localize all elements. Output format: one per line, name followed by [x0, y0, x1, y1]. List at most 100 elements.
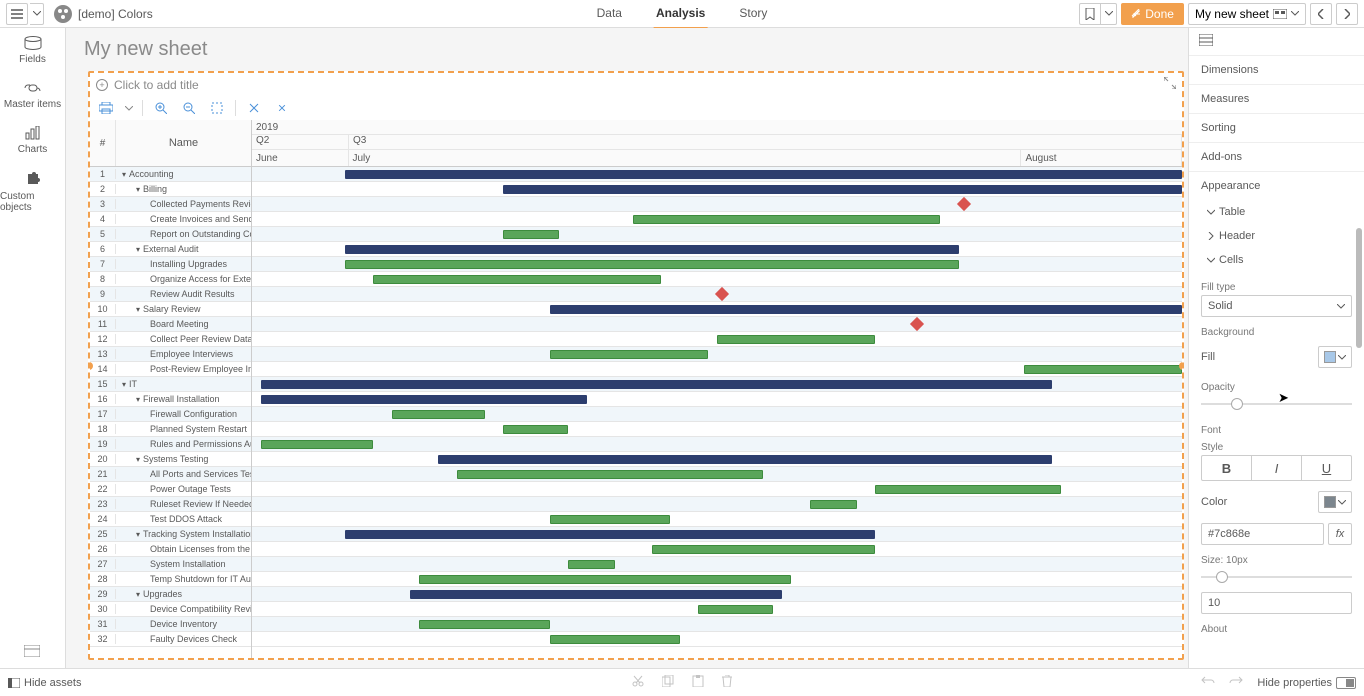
redo-button[interactable]: [1229, 676, 1243, 689]
hamburger-menu-button[interactable]: [6, 3, 28, 25]
tab-data[interactable]: Data: [595, 0, 624, 29]
milestone-marker[interactable]: [957, 197, 971, 211]
task-row[interactable]: 8Organize Access for External Auditors: [90, 272, 251, 287]
select-fill-type[interactable]: Solid: [1201, 295, 1352, 317]
task-bar[interactable]: [503, 425, 568, 434]
fx-button[interactable]: fx: [1328, 523, 1352, 545]
section-dimensions[interactable]: Dimensions: [1189, 56, 1364, 85]
task-bar[interactable]: [345, 260, 959, 269]
summary-bar[interactable]: [261, 395, 587, 404]
task-bar[interactable]: [633, 215, 940, 224]
color-hex-input[interactable]: #7c868e: [1201, 523, 1324, 545]
next-sheet-button[interactable]: [1336, 3, 1358, 25]
rail-fields[interactable]: Fields: [0, 28, 65, 73]
prev-sheet-button[interactable]: [1310, 3, 1332, 25]
section-sorting[interactable]: Sorting: [1189, 114, 1364, 143]
sheet-selector[interactable]: My new sheet: [1188, 3, 1306, 25]
task-row[interactable]: 7Installing Upgrades: [90, 257, 251, 272]
task-row[interactable]: 11Board Meeting: [90, 317, 251, 332]
task-row[interactable]: 9Review Audit Results: [90, 287, 251, 302]
task-bar[interactable]: [652, 545, 875, 554]
fill-color-button[interactable]: [1318, 346, 1352, 368]
task-row[interactable]: 10▾Salary Review: [90, 302, 251, 317]
task-row[interactable]: 30Device Compatibility Review: [90, 602, 251, 617]
task-row[interactable]: 20▾Systems Testing: [90, 452, 251, 467]
task-bar[interactable]: [810, 500, 857, 509]
task-bar[interactable]: [373, 275, 661, 284]
task-row[interactable]: 13Employee Interviews: [90, 347, 251, 362]
task-row[interactable]: 31Device Inventory: [90, 617, 251, 632]
section-addons[interactable]: Add-ons: [1189, 143, 1364, 172]
done-button[interactable]: Done: [1121, 3, 1184, 25]
task-row[interactable]: 14Post-Review Employee Info: [90, 362, 251, 377]
rail-custom-objects[interactable]: Custom objects: [0, 163, 65, 221]
task-bar[interactable]: [717, 335, 875, 344]
summary-bar[interactable]: [261, 380, 1052, 389]
bookmark-button[interactable]: [1079, 3, 1101, 25]
gantt-chart-object[interactable]: + Click to add title: [88, 71, 1184, 660]
gantt-timeline[interactable]: 2019 Q2 Q3 June July August: [252, 120, 1182, 658]
section-appearance[interactable]: Appearance: [1189, 172, 1364, 200]
task-row[interactable]: 23Ruleset Review If Needed: [90, 497, 251, 512]
props-object-tab[interactable]: [1189, 28, 1364, 56]
expand-icon[interactable]: [1164, 77, 1176, 92]
summary-bar[interactable]: [438, 455, 1052, 464]
task-row[interactable]: 3Collected Payments Review: [90, 197, 251, 212]
print-dropdown[interactable]: [124, 98, 134, 118]
font-color-button[interactable]: [1318, 491, 1352, 513]
add-title-placeholder[interactable]: Click to add title: [114, 78, 199, 92]
expand-all-button[interactable]: [244, 98, 264, 118]
task-row[interactable]: 16▾Firewall Installation: [90, 392, 251, 407]
fit-button[interactable]: [207, 98, 227, 118]
task-row[interactable]: 27System Installation: [90, 557, 251, 572]
task-bar[interactable]: [698, 605, 772, 614]
task-bar[interactable]: [419, 620, 549, 629]
task-row[interactable]: 4Create Invoices and Send Them: [90, 212, 251, 227]
delete-button[interactable]: [722, 675, 732, 690]
task-row[interactable]: 29▾Upgrades: [90, 587, 251, 602]
task-row[interactable]: 5Report on Outstanding Collections: [90, 227, 251, 242]
task-row[interactable]: 18Planned System Restart: [90, 422, 251, 437]
cut-button[interactable]: [632, 675, 644, 690]
task-row[interactable]: 19Rules and Permissions Audit: [90, 437, 251, 452]
milestone-marker[interactable]: [910, 317, 924, 331]
task-row[interactable]: 26Obtain Licenses from the Vendor: [90, 542, 251, 557]
sub-table[interactable]: Table: [1189, 200, 1364, 224]
props-scrollbar[interactable]: [1356, 228, 1362, 348]
undo-button[interactable]: [1201, 676, 1215, 689]
paste-button[interactable]: [692, 675, 704, 690]
bold-button[interactable]: B: [1202, 456, 1252, 480]
tab-story[interactable]: Story: [737, 0, 769, 29]
italic-button[interactable]: I: [1252, 456, 1302, 480]
task-row[interactable]: 17Firewall Configuration: [90, 407, 251, 422]
rail-charts[interactable]: Charts: [0, 118, 65, 163]
task-bar[interactable]: [457, 470, 764, 479]
task-bar[interactable]: [419, 575, 791, 584]
task-row[interactable]: 28Temp Shutdown for IT Audit: [90, 572, 251, 587]
task-bar[interactable]: [1024, 365, 1182, 374]
size-input[interactable]: 10: [1201, 592, 1352, 614]
print-button[interactable]: [96, 98, 116, 118]
rail-master-items[interactable]: Master items: [0, 73, 65, 118]
col-number-header[interactable]: #: [90, 120, 116, 166]
size-slider[interactable]: [1201, 570, 1352, 584]
hide-assets-button[interactable]: Hide assets: [8, 677, 81, 689]
task-row[interactable]: 21All Ports and Services Test: [90, 467, 251, 482]
task-bar[interactable]: [550, 635, 680, 644]
sheet-title[interactable]: My new sheet: [84, 32, 1188, 71]
task-bar[interactable]: [392, 410, 485, 419]
summary-bar[interactable]: [345, 245, 959, 254]
zoom-out-button[interactable]: [179, 98, 199, 118]
section-measures[interactable]: Measures: [1189, 85, 1364, 114]
task-bar[interactable]: [550, 515, 671, 524]
summary-bar[interactable]: [410, 590, 782, 599]
bookmark-dropdown[interactable]: [1101, 3, 1117, 25]
task-row[interactable]: 15▾IT: [90, 377, 251, 392]
task-bar[interactable]: [503, 230, 559, 239]
summary-bar[interactable]: [550, 305, 1182, 314]
task-bar[interactable]: [875, 485, 1061, 494]
sheet-list-icon[interactable]: [24, 644, 40, 662]
task-row[interactable]: 25▾Tracking System Installation: [90, 527, 251, 542]
task-row[interactable]: 24Test DDOS Attack: [90, 512, 251, 527]
task-row[interactable]: 22Power Outage Tests: [90, 482, 251, 497]
